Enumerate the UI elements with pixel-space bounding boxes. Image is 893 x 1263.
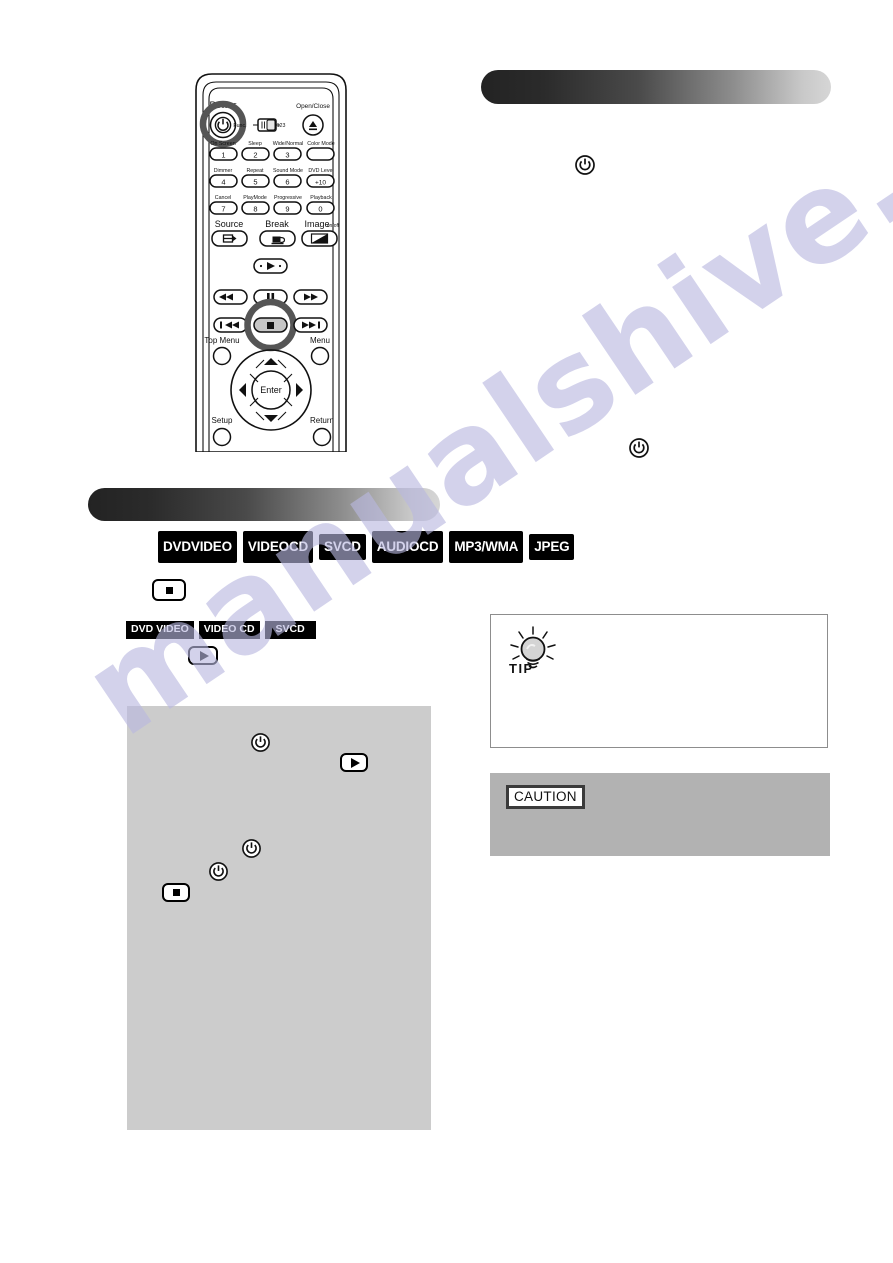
badge-text: VIDEO [190,539,232,555]
svg-text:Repeat: Repeat [246,168,264,174]
tip-box: TIP [490,614,828,748]
caution-box: CAUTION [490,773,830,856]
power-icon [575,155,595,175]
badge-text: WMA [485,539,519,555]
svg-text:Progressive: Progressive [274,195,302,201]
disc-badge-dvd-video: DVD VIDEO [158,531,237,563]
svg-text:Sound Mode: Sound Mode [273,168,303,174]
stop-square-icon [172,889,180,896]
svg-text:Func.: Func. [233,123,246,129]
svg-text:2: 2 [253,151,257,160]
badge-text: AUDIO [376,539,420,555]
disc-badge-jpeg: JPEG [529,534,575,560]
play-triangle-icon [199,650,209,661]
svg-text:Return: Return [310,416,334,425]
svg-text:On Screen: On Screen [210,141,235,147]
disc-badge-mp3-wma: MP3/ WMA [449,531,524,563]
remote-control-illustration: .ol{fill:none;stroke:#111;stroke-width:1… [176,68,366,453]
svg-text:4: 4 [221,178,225,187]
badge-text: SVCD [324,539,361,555]
section-header-bar-right [481,70,831,104]
play-key-glyph-gray [340,753,368,772]
svg-text:Source: Source [215,219,244,229]
tip-label: TIP [509,661,534,676]
svg-text:6: 6 [285,178,289,187]
svg-text:Menu: Menu [310,336,330,345]
svg-text:8: 8 [253,205,257,214]
power-icon-step-right-2 [628,437,650,459]
svg-text:+10: +10 [315,180,326,187]
lightbulb-icon [505,625,561,687]
power-icon-step-gray-3 [208,861,229,882]
play-key-glyph [188,646,218,665]
remote-control-svg: .ol{fill:none;stroke:#111;stroke-width:1… [195,73,347,453]
svg-text:3: 3 [285,151,289,160]
badge-text: VIDEO [247,539,289,555]
disc-badge-video-cd: VIDEO CD [242,531,314,563]
stop-square-icon [165,586,173,594]
power-icon-step-gray-1 [250,732,271,753]
svg-text:Color Mode: Color Mode [307,141,334,147]
svg-text:Dimmer: Dimmer [214,168,233,174]
inline-badge-svcd: SVCD [264,621,316,639]
section-header-bar-left [88,488,440,521]
svg-text:9: 9 [285,205,289,214]
svg-text:Wide/Normal: Wide/Normal [273,141,304,147]
svg-text:1: 1 [221,151,225,160]
power-icon [242,839,261,858]
svg-text:Cancel: Cancel [215,195,232,201]
power-icon-step-right-1 [574,154,596,176]
manual-page: manualshive.com .ol{fill:none;stroke:#11… [0,0,893,1263]
svg-text:PlayMode: PlayMode [243,195,267,201]
svg-text:Sleep: Sleep [248,141,262,147]
power-icon [209,862,228,881]
svg-text:123: 123 [277,123,286,129]
svg-text:Setup: Setup [212,416,233,425]
caution-label: CAUTION [506,785,585,809]
svg-text:0: 0 [318,205,322,214]
svg-text:Top Menu: Top Menu [204,336,239,345]
badge-text: CD [419,539,439,555]
stop-key-glyph-gray [162,883,190,902]
inline-badge-dvd-video: DVD VIDEO [126,621,194,639]
power-icon [629,438,649,458]
stop-key-glyph [152,579,186,601]
badge-text: JPEG [534,539,570,555]
procedure-gray-box [127,706,431,1130]
svg-text:DVD Level: DVD Level [308,168,333,174]
inline-disc-badges: DVD VIDEO VIDEO CD SVCD [126,621,316,639]
svg-text:Playback: Playback [310,195,332,201]
play-triangle-icon [350,757,360,768]
badge-text: DVD [163,539,191,555]
power-icon [251,733,270,752]
disc-badge-audio-cd: AUDIO CD [371,531,444,563]
power-icon-step-gray-2 [241,838,262,859]
disc-badge-svcd: SVCD [319,534,366,560]
svg-text:Image: Image [304,219,329,229]
svg-text:Enter: Enter [260,385,282,395]
badge-text: MP3/ [454,539,486,555]
svg-text:Open/Close: Open/Close [296,103,330,110]
supported-disc-badges: DVD VIDEO VIDEO CD SVCD AUDIO CD MP3/ WM… [158,531,575,563]
inline-badge-video-cd: VIDEO CD [198,621,260,639]
svg-text:7: 7 [221,205,225,214]
svg-text:Break: Break [265,219,289,229]
svg-text:on/off: on/off [327,223,340,229]
svg-text:5: 5 [253,178,257,187]
badge-text: CD [288,539,309,555]
